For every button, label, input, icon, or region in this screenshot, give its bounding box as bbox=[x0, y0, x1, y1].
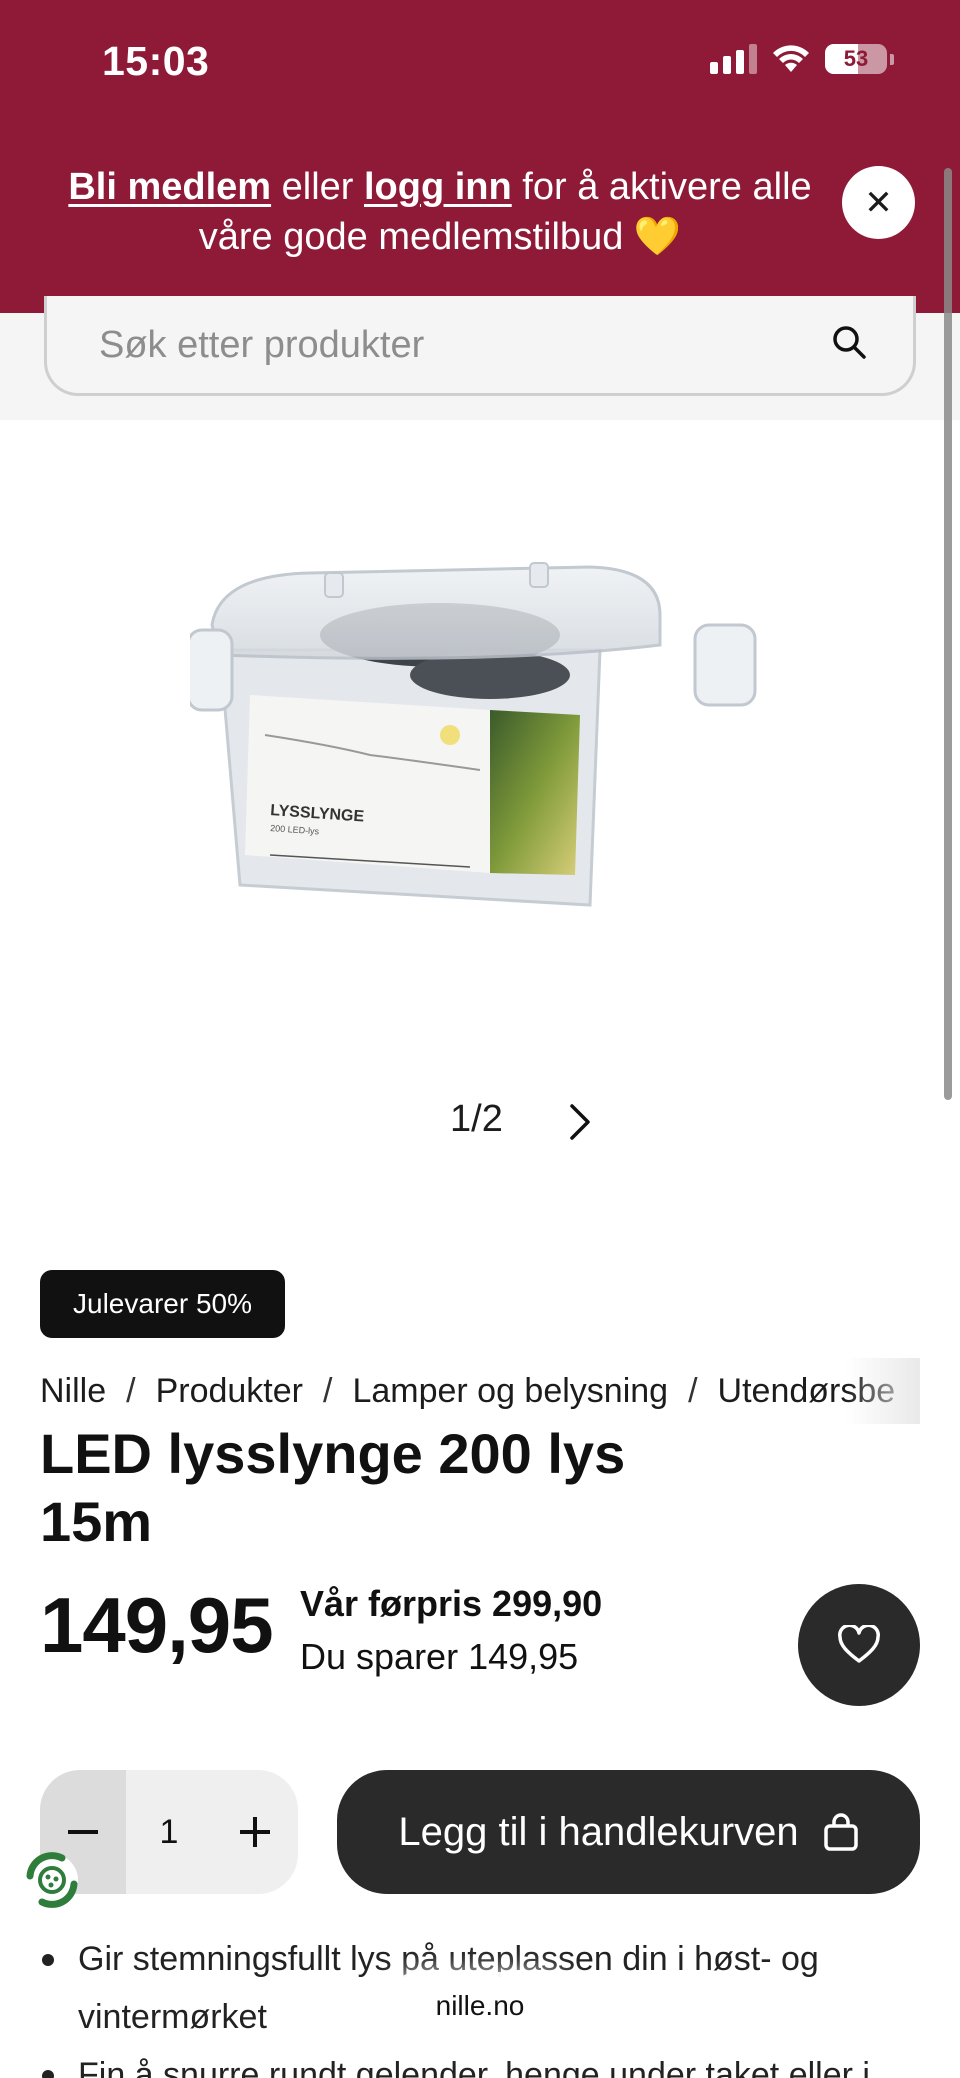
breadcrumb-separator: / bbox=[688, 1371, 698, 1410]
increase-quantity-button[interactable] bbox=[212, 1770, 298, 1894]
member-banner-text: Bli medlem eller logg inn for å aktivere… bbox=[40, 162, 840, 262]
search-icon[interactable] bbox=[829, 322, 869, 362]
address-bar[interactable]: nille.no bbox=[384, 1972, 576, 2040]
product-image[interactable]: LYSSLYNGE 200 LED-lys bbox=[190, 555, 770, 925]
breadcrumb-separator: / bbox=[322, 1371, 333, 1410]
savings-text: Du sparer 149,95 bbox=[300, 1636, 579, 1677]
recycle-icon[interactable] bbox=[18, 1846, 86, 1914]
battery-percentage: 53 bbox=[843, 46, 869, 71]
join-link[interactable]: Bli medlem bbox=[68, 166, 271, 208]
plus-icon bbox=[240, 1817, 270, 1847]
heart-icon bbox=[838, 1625, 880, 1663]
close-banner-button[interactable]: ✕ bbox=[842, 166, 915, 239]
product-price: 149,95 bbox=[40, 1581, 274, 1669]
status-time: 15:03 bbox=[102, 38, 210, 84]
breadcrumb: Nille / Produkter / Lamper og belysning … bbox=[40, 1360, 920, 1422]
minus-icon bbox=[68, 1830, 98, 1834]
breadcrumb-item-nille[interactable]: Nille bbox=[40, 1372, 106, 1411]
search-placeholder: Søk etter produkter bbox=[99, 324, 425, 366]
product-title: LED lysslynge 200 lys 15m bbox=[40, 1422, 626, 1553]
add-to-cart-button[interactable]: Legg til i handlekurven bbox=[337, 1770, 920, 1894]
battery-icon: 53 bbox=[825, 44, 887, 74]
close-icon: ✕ bbox=[864, 183, 893, 222]
gallery-pager: 1/2 bbox=[450, 1098, 503, 1140]
previous-price: Vår førpris 299,90 bbox=[300, 1583, 603, 1624]
cellular-signal-icon bbox=[710, 44, 757, 74]
status-icons: 53 bbox=[710, 44, 894, 74]
add-to-cart-label: Legg til i handlekurven bbox=[398, 1809, 799, 1854]
breadcrumb-item-lamper[interactable]: Lamper og belysning bbox=[352, 1372, 668, 1411]
login-link[interactable]: logg inn bbox=[364, 166, 512, 208]
search-input[interactable]: Søk etter produkter bbox=[44, 296, 916, 396]
favorite-button[interactable] bbox=[798, 1584, 920, 1706]
banner-or-text: eller bbox=[271, 166, 364, 208]
chevron-right-icon[interactable] bbox=[566, 1102, 594, 1142]
list-item: Fin å snurre rundt gelender, henge under… bbox=[40, 2046, 920, 2078]
battery-tip bbox=[890, 53, 894, 65]
shopping-bag-icon bbox=[823, 1813, 858, 1851]
breadcrumb-separator: / bbox=[126, 1371, 136, 1410]
campaign-badge: Julevarer 50% bbox=[40, 1270, 285, 1338]
wifi-icon bbox=[773, 45, 809, 72]
breadcrumb-fade bbox=[846, 1358, 920, 1424]
scrollbar[interactable] bbox=[944, 168, 952, 1100]
quantity-value[interactable]: 1 bbox=[126, 1770, 212, 1894]
breadcrumb-item-produkter[interactable]: Produkter bbox=[156, 1372, 303, 1411]
